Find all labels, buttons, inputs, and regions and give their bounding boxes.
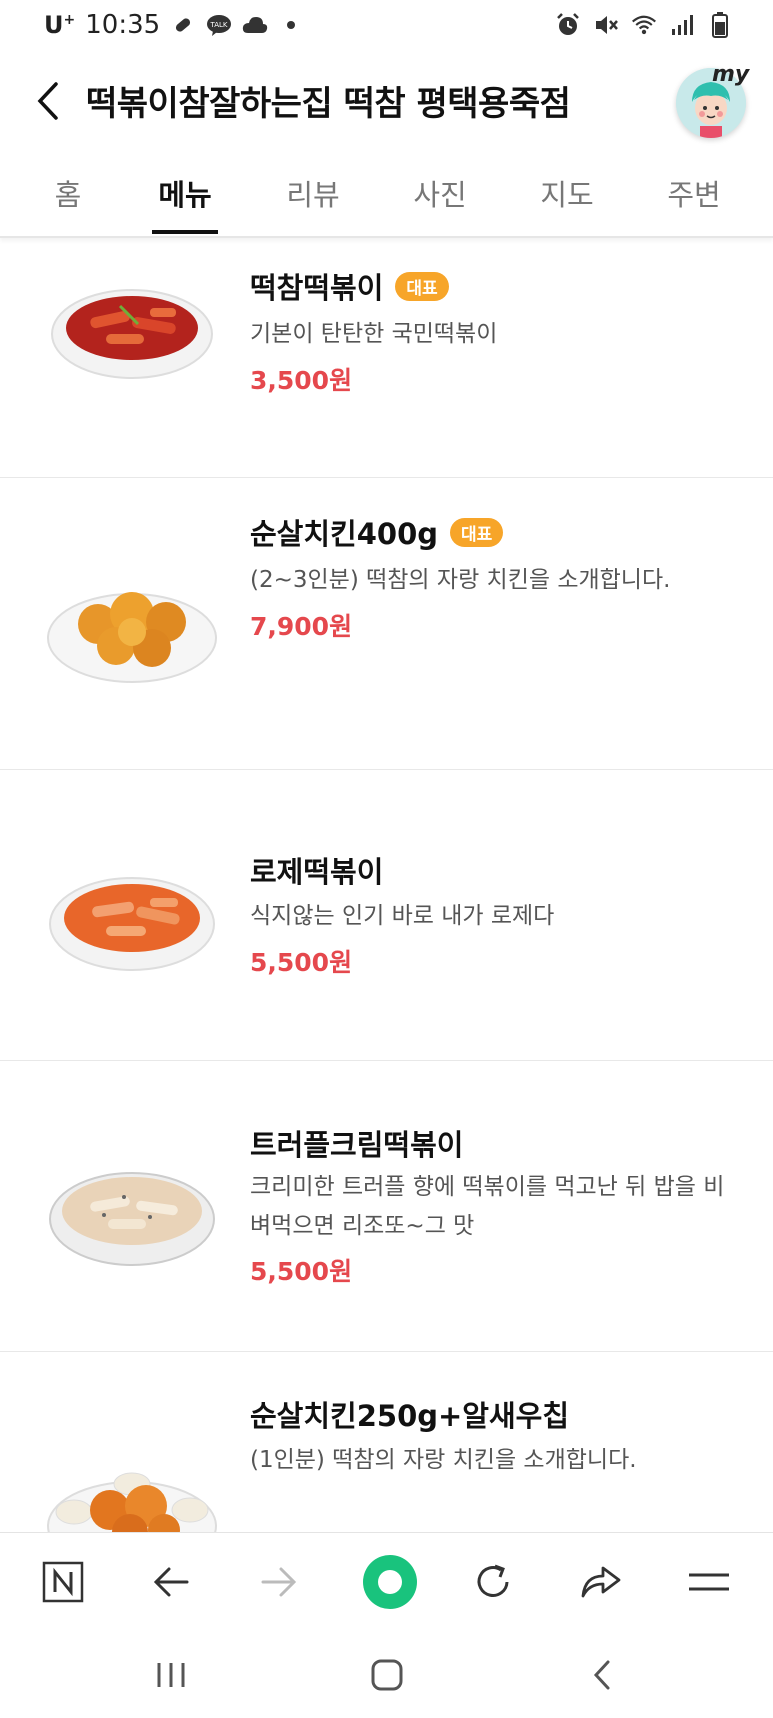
tab-menu[interactable]: 메뉴 xyxy=(158,172,211,214)
tab-map[interactable]: 지도 xyxy=(540,172,593,214)
battery-icon xyxy=(707,12,733,38)
menu-item-title: 순살치킨400g xyxy=(250,517,439,551)
signal-icon xyxy=(669,12,695,38)
mute-icon xyxy=(593,12,619,38)
tab-reviews[interactable]: 리뷰 xyxy=(286,172,339,214)
menu-list: 떡참떡볶이 대표 기본이 탄탄한 국민떡볶이 3,500원 순살치킨400g 대표 … xyxy=(0,238,773,1532)
menu-item-title: 트러플크림떡볶이 xyxy=(250,1128,464,1162)
back-icon xyxy=(593,1660,610,1690)
signature-badge: 대표 xyxy=(395,272,449,301)
menu-item-price: 7,900원 xyxy=(250,612,353,641)
signature-badge: 대표 xyxy=(450,518,504,547)
pill-icon xyxy=(170,12,196,38)
system-navigation-bar xyxy=(0,1628,773,1718)
share-icon xyxy=(581,1566,621,1598)
menu-item-description: 식지않는 인기 바로 내가 로제다 xyxy=(250,903,555,929)
menu-item-title: 순살치킨250g+알새우칩 xyxy=(250,1399,570,1433)
menu-icon xyxy=(689,1573,729,1591)
menu-item-description: (1인분) 떡참의 자랑 치킨을 소개합니다. xyxy=(250,1447,637,1473)
my-label: my xyxy=(712,62,750,87)
fried-chicken-image xyxy=(47,592,217,683)
kakaotalk-icon: TALK xyxy=(206,12,232,38)
menu-item-description: 크리미한 트러플 향에 떡볶이를 먹고난 뒤 밥을 비벼먹으면 리조또~그 맛 xyxy=(250,1174,725,1239)
dot-icon xyxy=(278,12,304,38)
menu-item[interactable]: 로제떡볶이 식지않는 인기 바로 내가 로제다 5,500원 xyxy=(0,770,773,1061)
share-button[interactable] xyxy=(576,1557,626,1607)
green-dot-button[interactable] xyxy=(362,1554,418,1610)
menu-item-description: (2~3인분) 떡참의 자랑 치킨을 소개합니다. xyxy=(250,567,671,593)
tab-bar: 홈 메뉴 리뷰 사진 지도 주변 xyxy=(0,150,773,238)
menu-item-price: 3,500원 xyxy=(250,366,353,395)
status-bar: U+ 10:35 TALK xyxy=(0,0,773,56)
chevron-left-icon xyxy=(37,82,58,120)
page-title: 떡볶이참잘하는집 떡참 평택용죽점 xyxy=(86,84,571,124)
refresh-button[interactable] xyxy=(468,1557,518,1607)
red-tteokbokki-image xyxy=(51,289,213,379)
naver-n-icon xyxy=(42,1561,84,1603)
menu-item[interactable]: 순살치킨400g 대표 (2~3인분) 떡참의 자랑 치킨을 소개합니다. 7,9… xyxy=(0,478,773,770)
cloud-icon xyxy=(242,12,268,38)
menu-item-title: 떡참떡볶이 xyxy=(250,271,384,305)
nav-forward-button[interactable] xyxy=(254,1557,304,1607)
naver-home-button[interactable] xyxy=(38,1557,88,1607)
menu-item[interactable]: 순살치킨250g+알새우칩 (1인분) 떡참의 자랑 치킨을 소개합니다. xyxy=(0,1352,773,1532)
home-icon xyxy=(371,1659,403,1691)
menu-item-name: 순살치킨250g+알새우칩 xyxy=(250,1393,569,1435)
menu-item-name: 트러플크림떡볶이 xyxy=(250,1122,463,1164)
menu-item-name: 로제떡볶이 xyxy=(250,849,383,891)
menu-item[interactable]: 트러플크림떡볶이 크리미한 트러플 향에 떡볶이를 먹고난 뒤 밥을 비벼먹으면… xyxy=(0,1061,773,1352)
menu-item-title: 로제떡볶이 xyxy=(250,855,384,889)
carrier-label: U+ xyxy=(44,11,75,39)
menu-item-price: 5,500원 xyxy=(250,948,353,977)
menu-item-name: 떡참떡볶이 대표 xyxy=(250,265,449,307)
menu-item-name: 순살치킨400g 대표 xyxy=(250,511,504,553)
green-dot-home-icon xyxy=(363,1555,417,1609)
cream-tteokbokki-image xyxy=(49,1172,215,1266)
menu-item-price: 5,500원 xyxy=(250,1257,353,1286)
tab-photos[interactable]: 사진 xyxy=(413,172,466,214)
nav-back-button[interactable] xyxy=(146,1557,196,1607)
carrier-plus: + xyxy=(63,12,76,28)
forward-arrow-icon xyxy=(261,1567,297,1597)
back-button[interactable] xyxy=(26,76,70,126)
system-back-button[interactable] xyxy=(578,1650,628,1700)
menu-button[interactable] xyxy=(684,1557,734,1607)
recent-apps-button[interactable] xyxy=(146,1650,196,1700)
tab-nearby[interactable]: 주변 xyxy=(667,172,720,214)
back-arrow-icon xyxy=(153,1567,189,1597)
system-home-button[interactable] xyxy=(362,1650,412,1700)
rose-tteokbokki-image xyxy=(49,877,215,971)
app-header: 떡볶이참잘하는집 떡참 평택용죽점 my xyxy=(0,56,773,146)
chicken-shrimp-chips-image xyxy=(47,1472,217,1532)
wifi-icon xyxy=(631,12,657,38)
clock: 10:35 xyxy=(85,10,161,40)
recent-apps-icon xyxy=(157,1663,185,1687)
browser-toolbar xyxy=(0,1532,773,1629)
carrier-name: U xyxy=(44,11,64,39)
active-tab-indicator xyxy=(152,230,218,234)
menu-item[interactable]: 떡참떡볶이 대표 기본이 탄탄한 국민떡볶이 3,500원 xyxy=(0,238,773,478)
refresh-icon xyxy=(477,1564,509,1597)
tab-home[interactable]: 홈 xyxy=(55,172,82,214)
alarm-icon xyxy=(555,12,581,38)
menu-item-description: 기본이 탄탄한 국민떡볶이 xyxy=(250,321,498,347)
svg-text:TALK: TALK xyxy=(210,21,228,29)
